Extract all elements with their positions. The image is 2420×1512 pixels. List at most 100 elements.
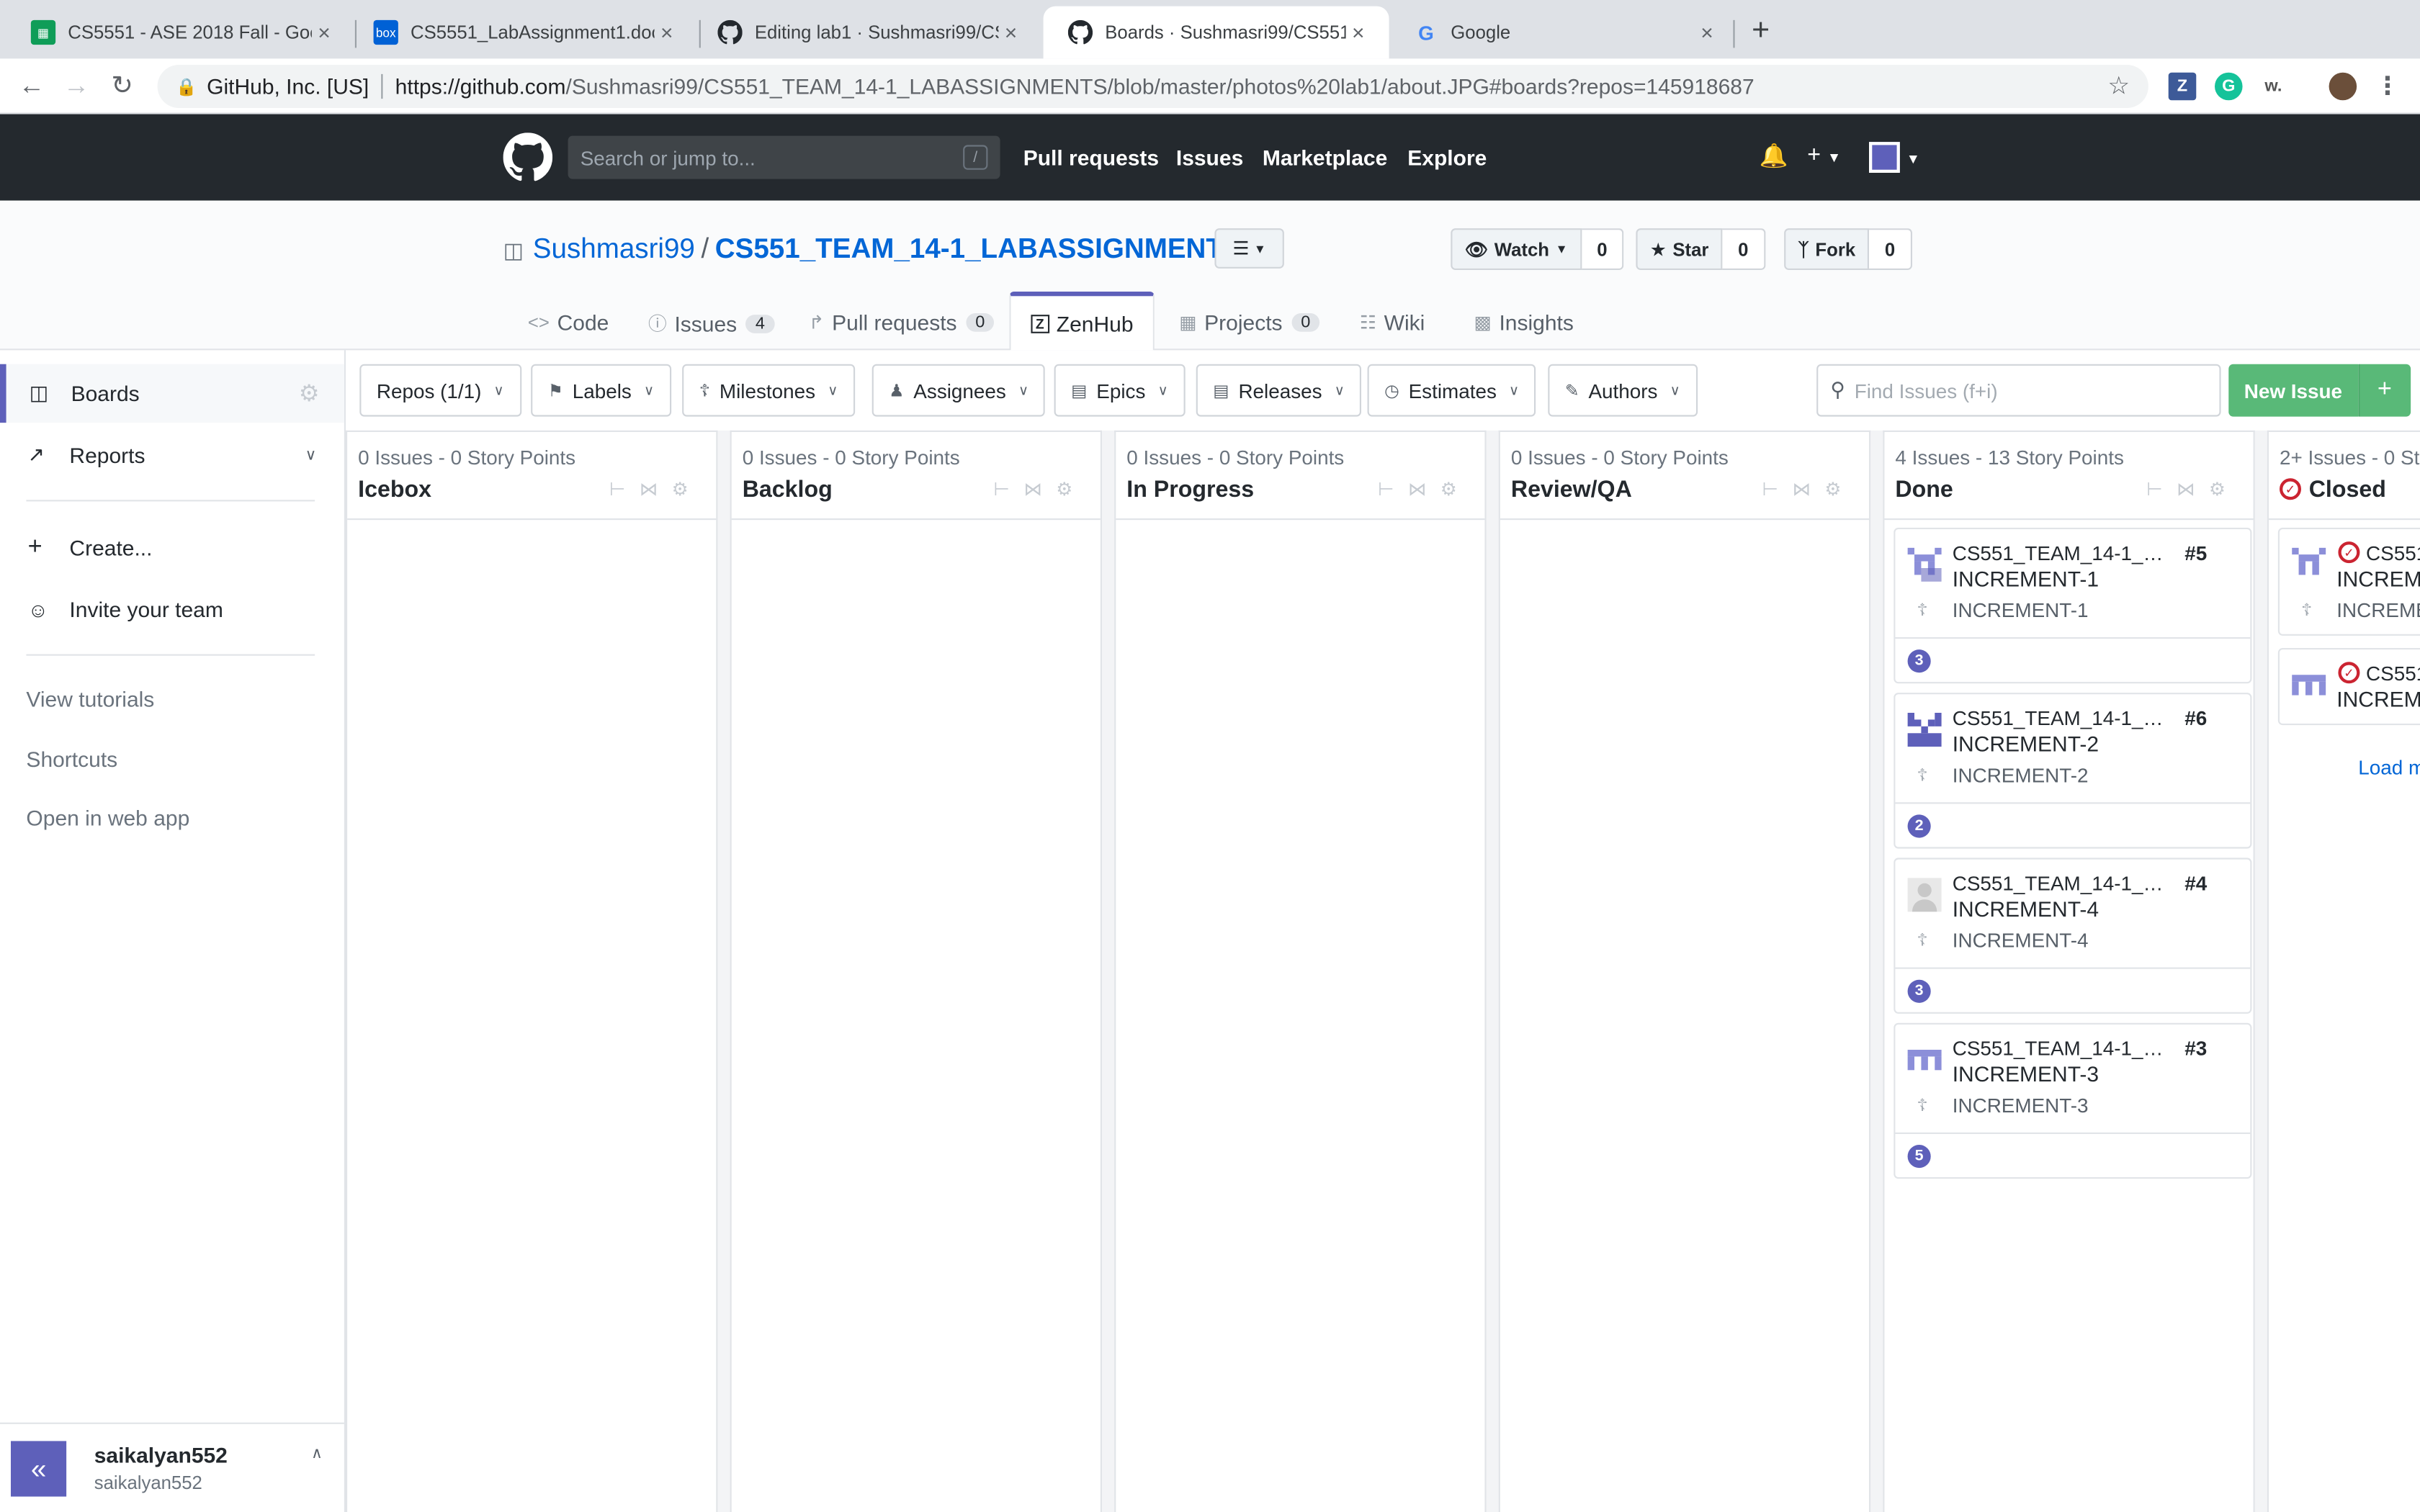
find-issues-input[interactable]: ⚲ Find Issues (f+i) xyxy=(1816,364,2221,417)
tab-zenhub[interactable]: Z ZenHub xyxy=(1009,292,1155,351)
browser-menu-icon[interactable]: ⋮ xyxy=(2374,73,2402,100)
watch-count[interactable]: 0 xyxy=(1581,228,1625,270)
pipeline-tools[interactable]: ⊢⋈⚙ xyxy=(1762,478,1855,500)
browser-tab-3-active[interactable]: Boards · Sushmasri99/CS551_T × xyxy=(1043,6,1389,59)
zenhub-extension-icon[interactable]: Z xyxy=(2168,72,2197,101)
view-tutorials-link[interactable]: View tutorials xyxy=(26,687,154,711)
pipeline-tools[interactable]: ⊢⋈⚙ xyxy=(2146,478,2239,500)
repo-owner-link[interactable]: Sushmasri99 xyxy=(533,233,695,264)
sidebar-item-reports[interactable]: ↗ Reports ∨ xyxy=(0,426,344,484)
shortcuts-link[interactable]: Shortcuts xyxy=(26,747,117,771)
reload-icon[interactable]: ↻ xyxy=(111,71,133,102)
grammarly-extension-icon[interactable]: G xyxy=(2215,72,2243,101)
gear-icon[interactable]: ⚙ xyxy=(299,379,320,407)
star-button[interactable]: ★ Star xyxy=(1636,228,1723,270)
load-more-link[interactable]: Load m xyxy=(2358,756,2420,779)
tab-code[interactable]: <> Code xyxy=(528,310,609,335)
issue-card[interactable]: CS551_TEAM_14-1_LAB... #6 INCREMENT-2 ☦ … xyxy=(1894,693,2252,849)
nav-marketplace[interactable]: Marketplace xyxy=(1263,145,1387,169)
repo-header: ◫ Sushmasri99/CS551_TEAM_14-1_LABASSIGNME… xyxy=(0,200,2420,351)
assignees-filter-button[interactable]: ♟ Assignees ∨ xyxy=(871,364,1046,417)
repos-filter-button[interactable]: Repos (1/1) ∨ xyxy=(359,364,521,417)
releases-filter-button[interactable]: ▤ Releases ∨ xyxy=(1196,364,1362,417)
tab-insights[interactable]: ▩ Insights xyxy=(1474,310,1573,335)
fork-count[interactable]: 0 xyxy=(1869,228,1912,270)
closed-issue-card[interactable]: ✓ CS551 INCREME xyxy=(2277,648,2420,726)
profile-avatar[interactable] xyxy=(2329,72,2357,101)
nav-issues[interactable]: Issues xyxy=(1176,145,1243,169)
fork-button[interactable]: ᛉ Fork xyxy=(1784,228,1870,270)
browser-tab-4[interactable]: G Google × xyxy=(1389,6,1738,59)
back-arrow-icon[interactable]: ← xyxy=(19,71,45,102)
wappalyzer-extension-icon[interactable]: w. xyxy=(2259,73,2287,101)
open-web-app-link[interactable]: Open in web app xyxy=(26,806,189,830)
close-tab-icon[interactable]: × xyxy=(1695,20,1719,45)
estimate-badge: 2 xyxy=(1907,814,1931,838)
pipeline-divider xyxy=(1116,518,1485,521)
closed-issue-card[interactable]: ✓ CS551 INCREME ☦ INCREMEN xyxy=(2277,527,2420,636)
browser-tab-1[interactable]: box CS5551_LabAssignment1.docx × xyxy=(349,6,697,59)
repo-name-link[interactable]: CS551_TEAM_14-1_LABASSIGNMENTS xyxy=(715,233,1242,264)
new-issue-button[interactable]: New Issue xyxy=(2228,364,2358,417)
pipeline-tools[interactable]: ⊢⋈⚙ xyxy=(609,478,702,500)
sidebar-item-create[interactable]: + Create... xyxy=(0,518,344,577)
sidebar-divider xyxy=(26,500,315,502)
address-bar[interactable]: 🔒 GitHub, Inc. [US] https://github.com/S… xyxy=(157,65,2148,108)
estimates-filter-button[interactable]: ◷ Estimates ∨ xyxy=(1367,364,1536,417)
browser-tab-2[interactable]: Editing lab1 · Sushmasri99/CS5 × xyxy=(693,6,1041,59)
create-plus-icon[interactable]: + ▼ xyxy=(1807,142,1841,168)
browser-tab-0[interactable]: ▦ CS5551 - ASE 2018 Fall - Goog × xyxy=(6,6,355,59)
nav-pull-requests[interactable]: Pull requests xyxy=(1023,145,1159,169)
close-tab-icon[interactable]: × xyxy=(1346,20,1371,45)
story-points: 0 Story Points xyxy=(450,446,576,469)
collapse-sidebar-button[interactable]: « xyxy=(11,1441,67,1497)
tab-projects[interactable]: ▦ Projects 0 xyxy=(1179,310,1320,335)
issue-count: 0 Issues xyxy=(1126,446,1202,469)
milestones-filter-button[interactable]: ☦ Milestones ∨ xyxy=(682,364,855,417)
nav-explore[interactable]: Explore xyxy=(1407,145,1487,169)
close-tab-icon[interactable]: × xyxy=(655,20,679,45)
user-avatar-menu[interactable]: ▼ xyxy=(1869,142,1920,173)
github-logo-icon[interactable] xyxy=(503,132,553,182)
pipeline-tools[interactable]: ⊢⋈⚙ xyxy=(994,478,1087,500)
authors-filter-button[interactable]: ✎ Authors ∨ xyxy=(1548,364,1698,417)
pipeline-tools[interactable]: ⊢⋈⚙ xyxy=(1378,478,1471,500)
issue-card[interactable]: CS551_TEAM_14-1_LAB... #5 INCREMENT-1 ☦ … xyxy=(1894,527,2252,684)
site-identity[interactable]: GitHub, Inc. [US] xyxy=(207,74,369,99)
sidebar-item-boards[interactable]: ◫ Boards ⚙ xyxy=(0,364,344,423)
repo-icon: ◫ xyxy=(503,238,524,263)
url-text[interactable]: https://github.com/Sushmasri99/CS551_TEA… xyxy=(395,74,1754,99)
search-icon: ⚲ xyxy=(1830,378,1845,402)
bell-icon[interactable]: 🔔 xyxy=(1760,142,1788,169)
tab-label: Projects xyxy=(1204,310,1283,335)
tab-wiki[interactable]: ☷ Wiki xyxy=(1360,310,1425,335)
watch-button[interactable]: 👁 Watch ▼ xyxy=(1451,228,1582,270)
find-placeholder: Find Issues (f+i) xyxy=(1854,379,1998,402)
labels-filter-button[interactable]: ⚑ Labels ∨ xyxy=(531,364,671,417)
chevron-up-icon[interactable]: ∧ xyxy=(311,1446,323,1463)
sidebar-item-invite[interactable]: ☺ Invite your team xyxy=(0,580,344,639)
new-tab-icon[interactable]: + xyxy=(1752,15,1770,46)
tab-pull-requests[interactable]: ↱ Pull requests 0 xyxy=(809,310,995,335)
forward-arrow-icon[interactable]: → xyxy=(63,71,89,102)
issue-card[interactable]: CS551_TEAM_14-1_LAB... #4 INCREMENT-4 ☦ … xyxy=(1894,858,2252,1014)
story-points: 0 Story Points xyxy=(1219,446,1345,469)
new-issue-plus-button[interactable]: + xyxy=(2357,364,2411,417)
milestone-icon: ☦ xyxy=(699,382,711,401)
github-search-input[interactable]: Search or jump to... / xyxy=(568,135,1000,179)
issue-card[interactable]: CS551_TEAM_14-1_LAB... #3 INCREMENT-3 ☦ … xyxy=(1894,1022,2252,1179)
milestone-icon: ☦ xyxy=(1917,1097,1928,1116)
close-tab-icon[interactable]: × xyxy=(998,20,1023,45)
pipeline-stats: 4 Issues - 13 Story Points xyxy=(1895,446,2124,469)
sidebar-user-panel: « saikalyan552 saikalyan552 ∧ xyxy=(0,1422,344,1512)
bookmark-star-icon[interactable]: ☆ xyxy=(2107,71,2130,102)
zenhub-sidebar: ◫ Boards ⚙ ↗ Reports ∨ + Create... ☺ Invite … xyxy=(0,350,346,1512)
close-tab-icon[interactable]: × xyxy=(312,20,336,45)
pipeline-name: Done xyxy=(1895,477,1953,503)
identicon-avatar xyxy=(1907,1050,1942,1071)
star-count[interactable]: 0 xyxy=(1722,228,1765,270)
tab-issues[interactable]: ⓘ Issues 4 xyxy=(648,310,774,336)
list-menu-button[interactable]: ☰ ▼ xyxy=(1214,228,1284,269)
reports-icon: ↗ xyxy=(27,443,45,467)
epics-filter-button[interactable]: ▤ Epics ∨ xyxy=(1054,364,1186,417)
